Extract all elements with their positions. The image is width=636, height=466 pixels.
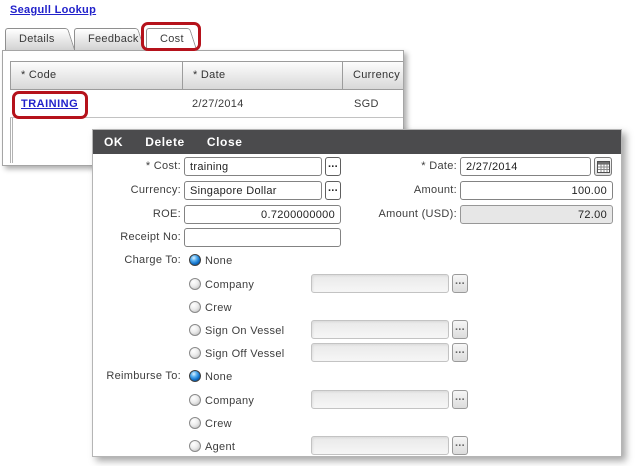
column-header-currency[interactable]: Currency [342,61,404,90]
reimburse-company-label: Company [205,395,254,408]
amount-label: Amount: [361,181,457,200]
roe-input[interactable] [184,205,341,224]
dialog-toolbar: OK Delete Close [93,130,621,154]
reimburse-agent-input [311,436,449,455]
charge-none-radio[interactable] [189,254,201,266]
currency-lookup-button[interactable]: ... [325,181,341,200]
cost-table: * Code * Date Currency TRAINING 2/27/201… [10,61,404,118]
charge-company-radio[interactable] [189,278,201,290]
charge-none-label: None [205,255,233,268]
charge-sign-off-vessel-input [311,343,449,362]
reimburse-crew-radio[interactable] [189,417,201,429]
tab-strip: Details Feedback Cost [0,28,636,51]
reimburse-company-radio[interactable] [189,394,201,406]
charge-sign-on-vessel-radio[interactable] [189,324,201,336]
close-button[interactable]: Close [207,135,243,149]
reimburse-agent-lookup-button: ... [452,436,468,455]
tab-feedback[interactable]: Feedback [74,28,129,50]
charge-sign-off-vessel-label: Sign Off Vessel [205,348,285,361]
amount-usd-field [460,205,613,224]
date-input[interactable] [460,157,591,176]
calendar-button[interactable] [594,157,612,176]
row-date-cell: 2/27/2014 [182,90,343,117]
charge-sign-off-vessel-radio[interactable] [189,347,201,359]
table-row: TRAINING 2/27/2014 SGD [10,90,404,118]
roe-label: ROE: [95,205,181,224]
column-header-date[interactable]: * Date [182,61,343,90]
charge-sign-on-vessel-input [311,320,449,339]
calendar-icon [597,161,610,173]
date-label: * Date: [361,157,457,176]
seagull-lookup-link[interactable]: Seagull Lookup [10,4,96,16]
tab-label: Feedback [88,33,139,45]
reimburse-none-radio[interactable] [189,370,201,382]
reimburse-company-input [311,390,449,409]
charge-crew-label: Crew [205,302,232,315]
reimburse-none-label: None [205,371,233,384]
training-code-link[interactable]: TRAINING [21,98,78,110]
charge-sign-on-vessel-label: Sign On Vessel [205,325,284,338]
tab-cost[interactable]: Cost [146,28,181,51]
cost-label: * Cost: [95,157,181,176]
row-currency-cell: SGD [343,90,404,117]
charge-company-input [311,274,449,293]
ok-button[interactable]: OK [104,135,123,149]
receipt-no-label: Receipt No: [95,228,181,247]
amount-usd-label: Amount (USD): [361,205,457,224]
receipt-no-input[interactable] [184,228,341,247]
cost-table-header: * Code * Date Currency [10,61,404,90]
table-left-border [10,118,13,163]
currency-label: Currency: [95,181,181,200]
reimburse-crew-label: Crew [205,418,232,431]
reimburse-agent-radio[interactable] [189,440,201,452]
charge-company-label: Company [205,279,254,292]
column-header-code[interactable]: * Code [10,61,183,90]
cost-input[interactable] [184,157,322,176]
tab-details[interactable]: Details [5,28,59,50]
amount-input[interactable] [460,181,613,200]
cost-lookup-button[interactable]: ... [325,157,341,176]
charge-company-lookup-button: ... [452,274,468,293]
charge-sign-on-vessel-lookup-button: ... [452,320,468,339]
reimburse-to-label: Reimburse To: [95,370,181,383]
charge-sign-off-vessel-lookup-button: ... [452,343,468,362]
cost-entry-dialog: OK Delete Close * Cost: ... * Date: Curr… [92,129,622,457]
tab-label: Details [19,33,55,45]
reimburse-company-lookup-button: ... [452,390,468,409]
currency-input[interactable] [184,181,322,200]
reimburse-agent-label: Agent [205,441,235,454]
delete-button[interactable]: Delete [145,135,185,149]
tab-label: Cost [160,33,184,45]
charge-to-label: Charge To: [95,254,181,267]
charge-crew-radio[interactable] [189,301,201,313]
